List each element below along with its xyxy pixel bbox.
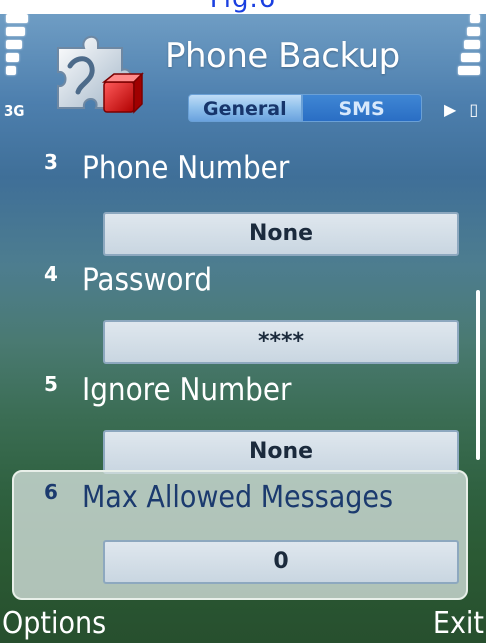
options-softkey[interactable]: Options [2,606,106,641]
max-allowed-messages-field[interactable]: 0 [103,540,459,584]
setting-label: Ignore Number [82,372,292,408]
setting-label: Password [82,262,213,298]
setting-number: 5 [44,372,58,396]
signal-strength-icon [6,14,28,79]
figure-caption-text: Fig.6 [0,0,486,12]
phone-screen: 3G Phone Backup General SMS ▶ ▯ 3 Phone … [0,14,486,643]
setting-number: 3 [44,150,58,174]
password-field[interactable]: **** [103,320,459,364]
setting-number: 6 [44,480,58,504]
ignore-number-field[interactable]: None [103,430,459,474]
tab-scroll-arrows-icon[interactable]: ▶ ▯ [444,100,482,119]
softkey-bar: Options Exit [0,606,486,643]
tab-general[interactable]: General [188,94,302,122]
app-title: Phone Backup [165,36,400,76]
phone-number-field[interactable]: None [103,212,459,256]
setting-label: Phone Number [82,150,290,186]
figure-caption: Fig.6 [0,0,486,14]
setting-label: Max Allowed Messages [82,480,394,515]
setting-number: 4 [44,262,58,286]
puzzle-cube-icon [50,26,150,122]
tab-sms[interactable]: SMS [301,94,422,122]
exit-softkey[interactable]: Exit [433,606,484,641]
battery-level-icon [458,14,480,79]
network-type-label: 3G [4,102,25,120]
tab-bar: General SMS [188,94,422,124]
scrollbar[interactable] [476,290,480,460]
